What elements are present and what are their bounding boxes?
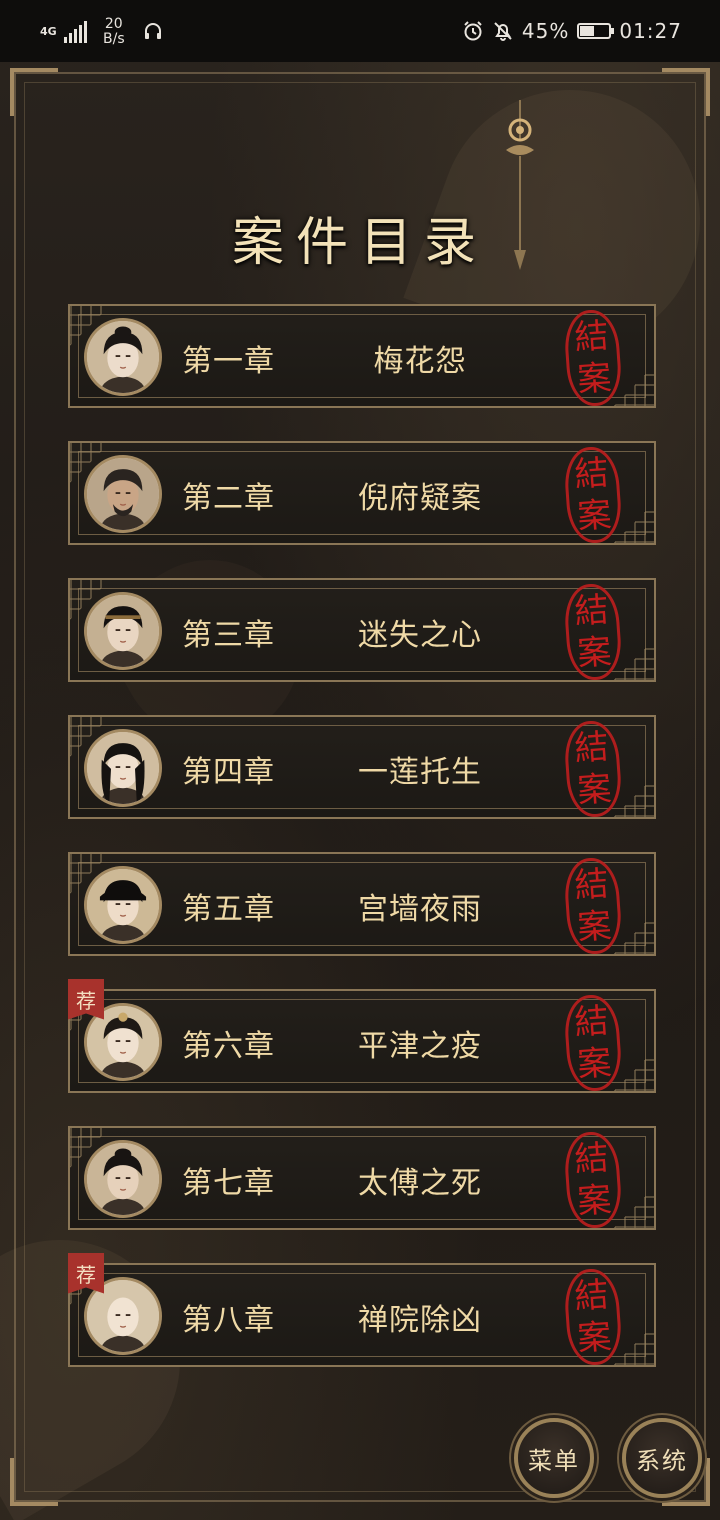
case-closed-stamp-icon: 結案: [562, 993, 624, 1093]
chapter-title: 宫墙夜雨: [358, 892, 482, 927]
case-closed-stamp-icon: 結案: [562, 1267, 624, 1367]
chapter-title: 梅花怨: [373, 344, 467, 379]
chapter-number: 第一章: [182, 344, 275, 379]
chapter-number: 第四章: [182, 755, 275, 790]
stamp-text: 結案: [573, 1274, 613, 1360]
headset-icon: [144, 23, 161, 39]
chapter-item-6[interactable]: 第六章 平津之疫 結案 荐: [68, 979, 656, 1093]
page-title: 案件目录: [231, 213, 488, 273]
chapter-list: 第一章 梅花怨 結案 第二章 倪府疑案 結案 第三章 迷失之心 結案 第四章 一…: [68, 304, 656, 1400]
network-speed-value: 20: [104, 16, 123, 32]
frame-corner-ornament: [10, 1458, 58, 1506]
status-bar: 4G 20 B/s 45% 01:27: [0, 0, 720, 62]
case-closed-stamp-icon: 結案: [562, 719, 624, 819]
status-right: 45% 01:27: [462, 16, 682, 46]
chapter-item-5[interactable]: 第五章 宫墙夜雨 結案: [68, 852, 656, 956]
case-closed-stamp-icon: 結案: [562, 445, 624, 545]
stamp-text: 結案: [573, 726, 613, 812]
chapter-title: 平津之疫: [358, 1029, 482, 1064]
chapter-number: 第三章: [182, 618, 275, 653]
stamp-text: 結案: [573, 1000, 613, 1086]
alarm-icon: [464, 21, 482, 41]
chapter-number: 第二章: [182, 481, 275, 516]
character-avatar: [84, 455, 162, 533]
chapter-title: 太傅之死: [358, 1166, 482, 1201]
chapter-item-4[interactable]: 第四章 一莲托生 結案: [68, 715, 656, 819]
chapter-number: 第六章: [182, 1029, 275, 1064]
chapter-item-3[interactable]: 第三章 迷失之心 結案: [68, 578, 656, 682]
case-closed-stamp-icon: 結案: [562, 856, 624, 956]
menu-button[interactable]: 菜单: [514, 1418, 594, 1498]
frame-corner-ornament: [662, 68, 710, 116]
case-closed-stamp-icon: 結案: [562, 582, 624, 682]
network-speed: 20 B/s: [103, 17, 125, 47]
battery-icon: [577, 23, 615, 39]
character-avatar: [84, 1140, 162, 1218]
stamp-text: 結案: [573, 315, 613, 401]
chapter-number: 第七章: [182, 1166, 275, 1201]
chapter-title: 禅院除凶: [358, 1303, 482, 1338]
game-screen: 4G 20 B/s 45% 01:27 案件目录 第一章 梅花怨 結案 第二章 …: [0, 0, 720, 1520]
chapter-title: 迷失之心: [358, 618, 482, 653]
stamp-text: 結案: [573, 1137, 613, 1223]
chapter-item-8[interactable]: 第八章 禅院除凶 結案 荐: [68, 1253, 656, 1367]
case-closed-stamp-icon: 結案: [562, 1130, 624, 1230]
battery-percent: 45%: [521, 19, 570, 43]
stamp-text: 結案: [573, 452, 613, 538]
mute-icon: [494, 22, 512, 41]
character-avatar: [84, 729, 162, 807]
signal-icon: [64, 21, 87, 43]
chapter-title: 倪府疑案: [358, 481, 482, 516]
system-button[interactable]: 系统: [622, 1418, 702, 1498]
stamp-text: 結案: [573, 589, 613, 675]
stamp-text: 結案: [573, 863, 613, 949]
chapter-item-2[interactable]: 第二章 倪府疑案 結案: [68, 441, 656, 545]
case-closed-stamp-icon: 結案: [562, 308, 624, 408]
chapter-number: 第五章: [182, 892, 275, 927]
status-left: 4G 20 B/s: [40, 12, 163, 52]
character-avatar: [84, 592, 162, 670]
character-avatar: [84, 318, 162, 396]
network-speed-unit: B/s: [103, 31, 125, 47]
network-type: 4G: [40, 25, 57, 38]
clock: 01:27: [619, 19, 682, 43]
chapter-item-1[interactable]: 第一章 梅花怨 結案: [68, 304, 656, 408]
frame-corner-ornament: [10, 68, 58, 116]
battery-fill: [580, 26, 594, 36]
character-avatar: [84, 866, 162, 944]
chapter-number: 第八章: [182, 1303, 275, 1338]
chapter-title: 一莲托生: [358, 755, 482, 790]
chapter-item-7[interactable]: 第七章 太傅之死 結案: [68, 1126, 656, 1230]
